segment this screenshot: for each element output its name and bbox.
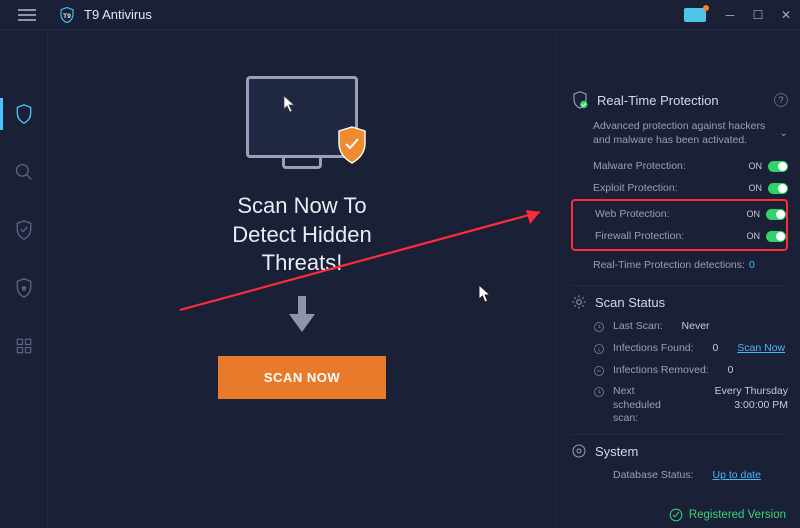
exploit-protection-toggle[interactable] (768, 183, 788, 194)
svg-text:e: e (21, 284, 25, 293)
down-arrow-icon (285, 294, 319, 334)
info-icon (593, 343, 605, 355)
heading-line-2: Detect Hidden (232, 222, 371, 247)
malware-protection-row: Malware Protection: ON (571, 155, 788, 177)
system-icon (571, 443, 587, 459)
center-panel: Scan Now To Detect Hidden Threats! SCAN … (48, 30, 556, 528)
heading-line-3: Threats! (262, 250, 343, 275)
scan-status-section-header: Scan Status (571, 294, 788, 310)
malware-protection-label: Malware Protection: (593, 160, 686, 172)
heading-line-1: Scan Now To (237, 193, 366, 218)
firewall-protection-toggle[interactable] (766, 231, 786, 242)
rtp-title: Real-Time Protection (597, 93, 766, 108)
malware-protection-toggle[interactable] (768, 161, 788, 172)
calendar-clock-icon (593, 386, 605, 398)
web-protection-toggle[interactable] (766, 209, 786, 220)
registered-version-label: Registered Version (689, 509, 786, 521)
close-button[interactable]: ✕ (772, 0, 800, 30)
firewall-protection-state: ON (747, 231, 761, 241)
infections-found-row: Infections Found: 0 Scan Now (571, 338, 788, 360)
infections-removed-row: Infections Removed: 0 (571, 360, 788, 382)
exploit-protection-row: Exploit Protection: ON (571, 177, 788, 199)
web-protection-state: ON (747, 209, 761, 219)
web-protection-label: Web Protection: (595, 208, 670, 220)
rtp-detections-row: Real-Time Protection detections: 0 (593, 259, 788, 271)
sidebar-item-search[interactable] (0, 156, 48, 188)
system-section-header: System (571, 443, 788, 459)
infections-removed-label: Infections Removed: (613, 364, 709, 378)
next-scan-value: Every Thursday 3:00:00 PM (700, 385, 788, 412)
shield-illustration-icon (335, 125, 369, 165)
divider (571, 285, 788, 286)
main-heading: Scan Now To Detect Hidden Threats! (232, 192, 371, 278)
right-panel: Real-Time Protection ? Advanced protecti… (556, 30, 800, 528)
shield-check-icon (571, 90, 589, 110)
app-title: T9 Antivirus (84, 7, 152, 22)
sidebar-item-protection[interactable] (0, 214, 48, 246)
minus-circle-icon (593, 365, 605, 377)
firewall-protection-label: Firewall Protection: (595, 230, 684, 242)
rtp-description-row[interactable]: Advanced protection against hackers and … (593, 120, 788, 147)
rtp-detections-label: Real-Time Protection detections: (593, 259, 745, 271)
window-controls: ─ ☐ ✕ (684, 0, 800, 30)
sidebar-item-tools[interactable] (0, 330, 48, 362)
app-window: T9 T9 Antivirus ─ ☐ ✕ e (0, 0, 800, 528)
app-logo-icon: T9 (58, 6, 76, 24)
svg-text:T9: T9 (63, 13, 71, 20)
rtp-section-header: Real-Time Protection ? (571, 90, 788, 110)
rtp-detections-count: 0 (749, 259, 755, 271)
sidebar-item-home[interactable] (0, 98, 48, 130)
promo-badge-icon[interactable] (684, 8, 706, 22)
firewall-protection-row: Firewall Protection: ON (573, 225, 786, 247)
database-status-link[interactable]: Up to date (712, 469, 760, 483)
scan-status-title: Scan Status (595, 295, 788, 310)
infections-removed-value: 0 (728, 364, 734, 378)
minimize-button[interactable]: ─ (716, 0, 744, 30)
gear-icon (571, 294, 587, 310)
rtp-description: Advanced protection against hackers and … (593, 120, 773, 147)
infections-found-value: 0 (712, 342, 718, 356)
divider (571, 434, 788, 435)
sidebar-item-privacy[interactable]: e (0, 272, 48, 304)
next-scan-row: Next scheduled scan: Every Thursday 3:00… (571, 381, 788, 430)
database-status-row: Database Status: Up to date (571, 465, 788, 487)
content-area: Scan Now To Detect Hidden Threats! SCAN … (48, 30, 800, 528)
exploit-protection-state: ON (749, 183, 763, 193)
next-scan-label: Next scheduled scan: (613, 385, 681, 426)
scan-now-button[interactable]: SCAN NOW (218, 356, 386, 399)
malware-protection-state: ON (749, 161, 763, 171)
cursor-icon (283, 95, 297, 113)
database-status-label: Database Status: (613, 469, 694, 483)
last-scan-value: Never (682, 320, 710, 334)
highlighted-rows-annotation: Web Protection: ON Firewall Protection: … (571, 199, 788, 251)
rtp-help-button[interactable]: ? (774, 93, 788, 107)
system-title: System (595, 444, 788, 459)
hamburger-menu-button[interactable] (6, 0, 48, 30)
last-scan-row: Last Scan: Never (571, 316, 788, 338)
chevron-down-icon: ⌄ (779, 127, 788, 141)
footer-status: Registered Version (669, 508, 786, 522)
scan-now-link[interactable]: Scan Now (737, 342, 785, 356)
check-circle-icon (669, 508, 683, 522)
clock-icon (593, 321, 605, 333)
title-bar: T9 T9 Antivirus ─ ☐ ✕ (0, 0, 800, 30)
web-protection-row: Web Protection: ON (573, 203, 786, 225)
sidebar: e (0, 30, 48, 528)
infections-found-label: Infections Found: (613, 342, 694, 356)
last-scan-label: Last Scan: (613, 320, 663, 334)
exploit-protection-label: Exploit Protection: (593, 182, 678, 194)
monitor-illustration (246, 76, 358, 158)
maximize-button[interactable]: ☐ (744, 0, 772, 30)
